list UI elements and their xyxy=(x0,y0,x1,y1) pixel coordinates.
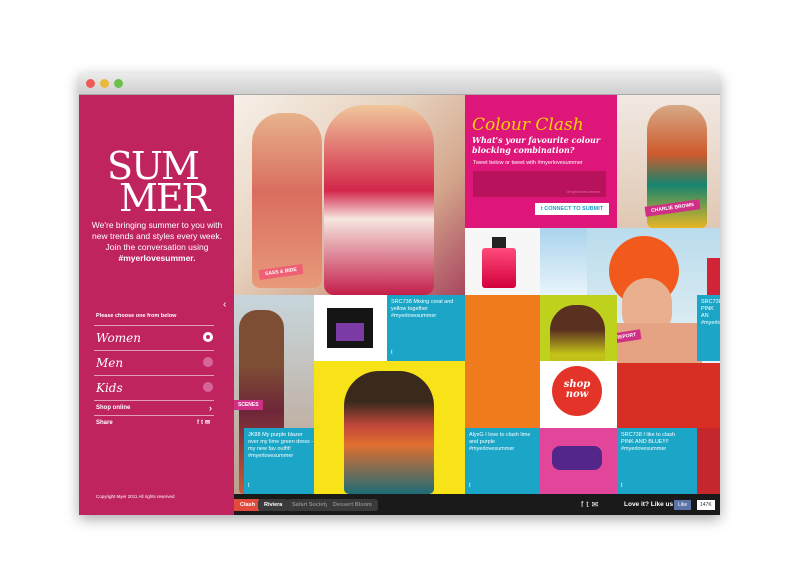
tweet-text: SRC738 I like to clash PINK AND BLUE!!!!… xyxy=(621,432,676,452)
tab-dessert-bloom[interactable]: Dessert Bloom xyxy=(327,499,378,511)
shop-now-line1: shop xyxy=(563,379,591,390)
scenes-tag[interactable]: SCENES xyxy=(234,400,263,410)
share-label: Share xyxy=(96,420,113,426)
tweet-text: SRC738 PINK AN #myerlo xyxy=(701,299,720,326)
shop-online-link[interactable]: Shop online › xyxy=(94,400,214,415)
close-window-button[interactable] xyxy=(86,79,95,88)
share-icons: ft✉ xyxy=(197,419,212,426)
choose-label: Please choose one from below xyxy=(96,313,177,319)
colour-clash-question: What's your favourite colour blocking co… xyxy=(472,135,601,155)
model-figure xyxy=(344,371,434,494)
tweet-prompt: Tweet below or tweet with #myerlovesumme… xyxy=(473,160,583,166)
tweet-tile: SRC738 Mixing coral and yellow together … xyxy=(387,295,465,361)
eyeshadow-compact xyxy=(327,308,373,348)
red-dress-photo-tile[interactable] xyxy=(617,363,720,428)
model-figure xyxy=(252,113,322,288)
email-icon[interactable]: ✉ xyxy=(591,500,601,509)
nav-item-women[interactable]: Women xyxy=(94,325,214,350)
minimize-window-button[interactable] xyxy=(100,79,109,88)
model-figure xyxy=(324,105,434,295)
tab-riviera[interactable]: Riviera xyxy=(258,499,289,511)
zoom-window-button[interactable] xyxy=(114,79,123,88)
twitter-icon: t xyxy=(621,483,623,489)
shoe-product-tile[interactable] xyxy=(540,428,617,494)
sass-bide-photo-tile[interactable]: SASS & BIDE xyxy=(234,95,465,295)
connect-to-submit-button[interactable]: t CONNECT TO SUBMIT xyxy=(535,203,609,215)
tweet-tile: AlyxG I love to clash lime and purple #m… xyxy=(465,428,540,494)
colour-clash-title: Colour Clash xyxy=(472,115,584,135)
colour-clash-tile: Colour Clash What's your favourite colou… xyxy=(465,95,617,228)
facebook-like-button[interactable]: Like xyxy=(674,500,692,510)
nav-item-label: Kids xyxy=(96,381,123,395)
tweet-text: SRC738 Mixing coral and yellow together … xyxy=(391,299,454,319)
nav-item-kids[interactable]: Kids xyxy=(94,375,214,400)
sidebar: SUM MER We're bringing summer to you wit… xyxy=(79,95,234,515)
window-titlebar xyxy=(79,73,720,95)
social-icons: ft✉ xyxy=(581,500,601,509)
copyright: Copyright Myer 2011 All rights reserved xyxy=(96,494,175,499)
shop-now-tile[interactable]: shop now xyxy=(540,361,617,428)
twitter-icon: t xyxy=(391,350,393,356)
model-torso xyxy=(607,323,702,363)
radio-selected-icon[interactable] xyxy=(203,332,213,342)
summer-logo: SUM MER xyxy=(107,144,210,220)
browser-window: SUM MER We're bringing summer to you wit… xyxy=(79,73,720,515)
like-label: Like xyxy=(678,502,688,508)
bottom-bar: Clash Riviera Safari Society Dessert Blo… xyxy=(234,494,720,515)
category-nav: Women Men Kids Shop online › Share ft✉ xyxy=(94,325,214,430)
tweet-text: AlyxG I love to clash lime and purple #m… xyxy=(469,432,531,452)
print-dress-photo-tile[interactable] xyxy=(314,361,465,494)
eyeshadow-product-tile[interactable] xyxy=(314,295,387,361)
twitter-icon: t xyxy=(248,483,250,489)
perfume-product-tile[interactable] xyxy=(465,228,540,295)
radio-icon[interactable] xyxy=(203,357,213,367)
intro-body: We're bringing summer to you with new tr… xyxy=(91,220,223,252)
orange-block xyxy=(465,295,540,428)
tweet-input[interactable]: #myerlovesummer xyxy=(473,171,606,197)
nav-item-men[interactable]: Men xyxy=(94,350,214,375)
shop-now-button[interactable]: shop now xyxy=(552,366,602,416)
charlie-brown-photo-tile[interactable]: CHARLIE BROWN xyxy=(617,95,720,228)
intro-text: We're bringing summer to you with new tr… xyxy=(91,220,223,264)
red-block xyxy=(697,428,720,494)
perfume-bottle xyxy=(482,248,516,288)
radio-icon[interactable] xyxy=(203,382,213,392)
twitter-icon: t xyxy=(469,483,471,489)
nav-item-label: Women xyxy=(96,331,141,345)
purple-shoe xyxy=(552,446,602,470)
share-row: Share ft✉ xyxy=(94,415,214,430)
like-count: 147K xyxy=(697,500,715,510)
nav-item-label: Men xyxy=(96,356,124,370)
tweet-tile: JK88 My purple blazer over my lime green… xyxy=(244,428,314,494)
chevron-right-icon: › xyxy=(209,403,212,413)
shop-now-line2: now xyxy=(565,389,589,400)
collapse-arrow-icon[interactable]: ‹ xyxy=(223,299,231,311)
tab-clash[interactable]: Clash xyxy=(234,499,261,511)
tweet-placeholder: #myerlovesummer xyxy=(567,189,600,194)
intro-hashtag: #myerlovesummer. xyxy=(118,253,196,263)
email-icon[interactable]: ✉ xyxy=(205,420,212,426)
mosaic-grid: SASS & BIDE Colour Clash What's your fav… xyxy=(234,95,720,494)
tweet-text: JK88 My purple blazer over my lime green… xyxy=(248,432,314,459)
love-it-text: Love it? Like us xyxy=(624,501,674,508)
tweet-tile: SRC738 I like to clash PINK AND BLUE!!!!… xyxy=(617,428,697,494)
shop-online-label: Shop online xyxy=(96,405,131,411)
tweet-tile-partial: SRC738 PINK AN #myerlo xyxy=(697,295,720,361)
